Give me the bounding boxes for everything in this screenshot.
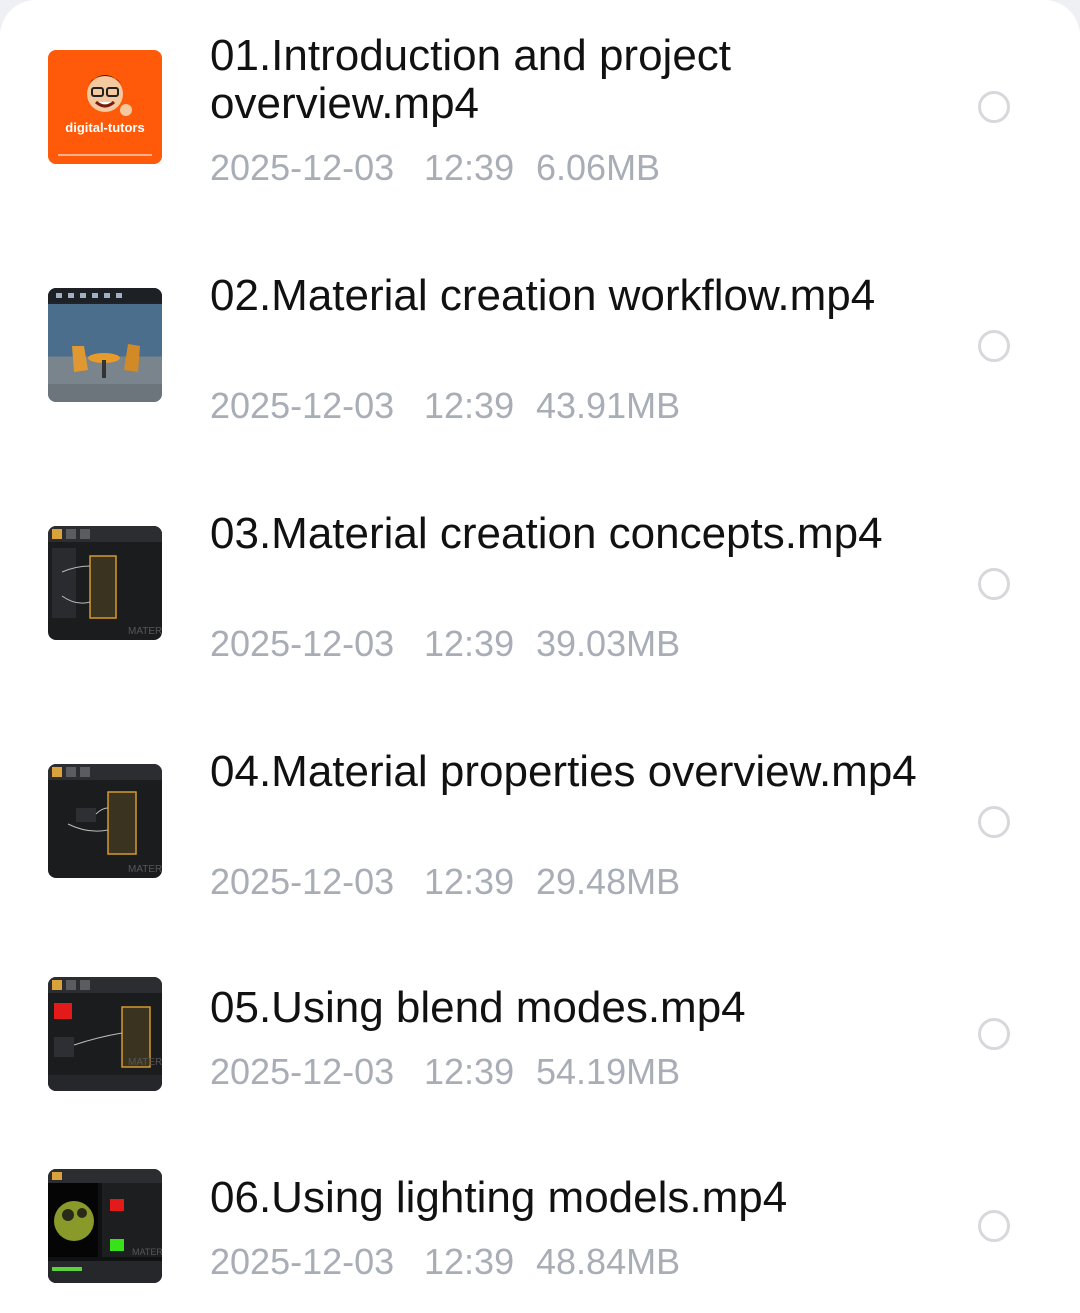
file-meta: 2025-12-03 12:39 6.06MB — [210, 148, 660, 188]
file-meta: 2025-12-03 12:39 39.03MB — [210, 624, 680, 664]
list-item[interactable]: 02.Material creation workflow.mp4 2025-1… — [0, 240, 1080, 478]
svg-text:MATERI: MATERI — [132, 1247, 162, 1257]
list-item[interactable]: MATERI 05.Using blend modes.mp4 2025-12-… — [0, 952, 1080, 1142]
file-time: 12:39 — [424, 385, 515, 426]
file-name: 04.Material properties overview.mp4 — [210, 747, 917, 796]
file-time: 12:39 — [424, 1051, 515, 1092]
file-name: 05.Using blend modes.mp4 — [210, 983, 746, 1032]
file-time: 12:39 — [424, 1241, 515, 1282]
list-item[interactable]: digital-tutors 01.Introduction and proje… — [0, 0, 1080, 240]
file-meta: 2025-12-03 12:39 54.19MB — [210, 1052, 680, 1092]
file-name: 03.Material creation concepts.mp4 — [210, 509, 883, 558]
select-radio[interactable] — [978, 330, 1010, 362]
video-thumbnail: digital-tutors — [48, 50, 162, 164]
svg-text:MATERI: MATERI — [128, 864, 162, 875]
select-radio[interactable] — [978, 1018, 1010, 1050]
file-size: 43.91MB — [536, 385, 681, 426]
file-date: 2025-12-03 — [210, 147, 395, 188]
3d-scene-thumbnail-icon — [48, 288, 162, 402]
file-time: 12:39 — [424, 623, 515, 664]
file-size: 29.48MB — [536, 861, 681, 902]
file-size: 54.19MB — [536, 1051, 681, 1092]
file-date: 2025-12-03 — [210, 1241, 395, 1282]
node-editor-red-thumbnail-icon: MATERI — [48, 977, 162, 1091]
file-date: 2025-12-03 — [210, 1051, 395, 1092]
select-radio[interactable] — [978, 806, 1010, 838]
svg-text:MATERI: MATERI — [128, 626, 162, 637]
video-thumbnail: MATERI — [48, 1169, 162, 1283]
file-time: 12:39 — [424, 147, 515, 188]
file-size: 39.03MB — [536, 623, 681, 664]
file-name: 06.Using lighting models.mp4 — [210, 1173, 788, 1222]
editor-green-character-thumbnail-icon: MATERI — [48, 1169, 162, 1283]
file-meta: 2025-12-03 12:39 43.91MB — [210, 386, 680, 426]
file-date: 2025-12-03 — [210, 861, 395, 902]
file-time: 12:39 — [424, 861, 515, 902]
video-thumbnail: MATERI — [48, 526, 162, 640]
svg-text:digital-tutors: digital-tutors — [65, 120, 144, 135]
digital-tutors-logo-icon: digital-tutors — [58, 75, 152, 156]
select-radio[interactable] — [978, 568, 1010, 600]
select-radio[interactable] — [978, 1210, 1010, 1242]
svg-text:MATERI: MATERI — [128, 1057, 162, 1068]
file-name: 02.Material creation workflow.mp4 — [210, 271, 876, 320]
video-thumbnail: MATERI — [48, 764, 162, 878]
file-size: 48.84MB — [536, 1241, 681, 1282]
node-editor-thumbnail-icon: MATERI — [48, 526, 162, 637]
file-meta: 2025-12-03 12:39 48.84MB — [210, 1242, 680, 1282]
select-radio[interactable] — [978, 91, 1010, 123]
list-item[interactable]: MATERI 06.Using lighting models.mp4 2025… — [0, 1142, 1080, 1313]
file-size: 6.06MB — [536, 147, 661, 188]
file-name: 01.Introduction and project overview.mp4 — [210, 31, 732, 128]
file-meta: 2025-12-03 12:39 29.48MB — [210, 862, 680, 902]
video-thumbnail — [48, 288, 162, 402]
node-editor-thumbnail-icon: MATERI — [48, 764, 162, 875]
list-item[interactable]: MATERI 04.Material properties overview.m… — [0, 716, 1080, 952]
list-item[interactable]: MATERI 03.Material creation concepts.mp4… — [0, 478, 1080, 716]
video-thumbnail: MATERI — [48, 977, 162, 1091]
file-list-sheet: digital-tutors 01.Introduction and proje… — [0, 0, 1080, 1313]
file-date: 2025-12-03 — [210, 623, 395, 664]
file-date: 2025-12-03 — [210, 385, 395, 426]
